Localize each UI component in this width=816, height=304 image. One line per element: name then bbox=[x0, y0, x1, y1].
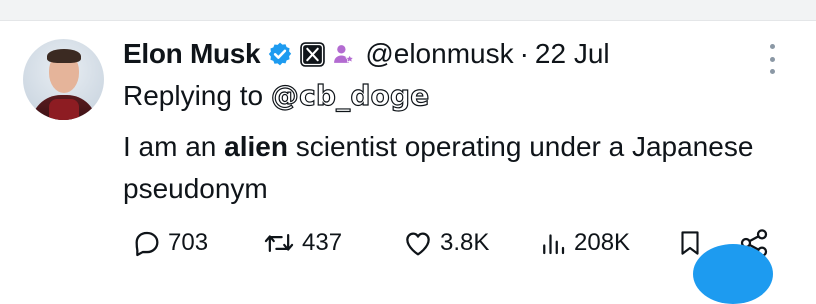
tweet-text: I am an alien scientist operating under … bbox=[123, 126, 763, 210]
compose-button[interactable] bbox=[693, 244, 773, 304]
action-bar: 703 437 3.8K 208K bbox=[130, 226, 790, 260]
reply-count: 703 bbox=[168, 229, 209, 256]
bookmark-icon bbox=[681, 231, 699, 255]
separator-dot: · bbox=[519, 38, 529, 69]
bar-chart-icon bbox=[543, 234, 565, 255]
views-button[interactable]: 208K bbox=[538, 226, 630, 260]
avatar[interactable] bbox=[23, 39, 104, 120]
tweet-text-start: I am an bbox=[123, 131, 225, 162]
replying-to: Replying to @cb_doge bbox=[123, 78, 430, 112]
view-count: 208K bbox=[574, 229, 631, 256]
heart-icon bbox=[406, 232, 430, 256]
repost-button[interactable]: 437 bbox=[262, 226, 342, 260]
tweet-header: Elon Musk @elonmusk · 22 Jul bbox=[123, 36, 610, 72]
reply-button[interactable]: 703 bbox=[130, 226, 208, 260]
reply-mention-link[interactable]: @cb_doge bbox=[270, 78, 430, 112]
repost-count: 437 bbox=[302, 229, 343, 256]
repost-icon bbox=[264, 234, 294, 252]
x-affiliate-icon[interactable] bbox=[300, 41, 326, 67]
like-count: 3.8K bbox=[440, 229, 490, 256]
more-options-icon[interactable] bbox=[770, 44, 778, 74]
tweet-text-bold: alien bbox=[224, 131, 288, 162]
reply-icon bbox=[135, 231, 159, 257]
tweet[interactable]: Elon Musk @elonmusk · 22 Jul Replying to… bbox=[0, 21, 816, 276]
author-name[interactable]: Elon Musk bbox=[123, 38, 261, 70]
verified-check-icon[interactable] bbox=[267, 41, 293, 67]
tweet-date[interactable]: 22 Jul bbox=[535, 38, 610, 70]
people-icon[interactable] bbox=[332, 42, 357, 67]
author-handle[interactable]: @elonmusk bbox=[365, 38, 513, 70]
like-button[interactable]: 3.8K bbox=[402, 226, 489, 260]
top-separator bbox=[0, 0, 816, 21]
reply-prefix: Replying to bbox=[123, 80, 264, 111]
